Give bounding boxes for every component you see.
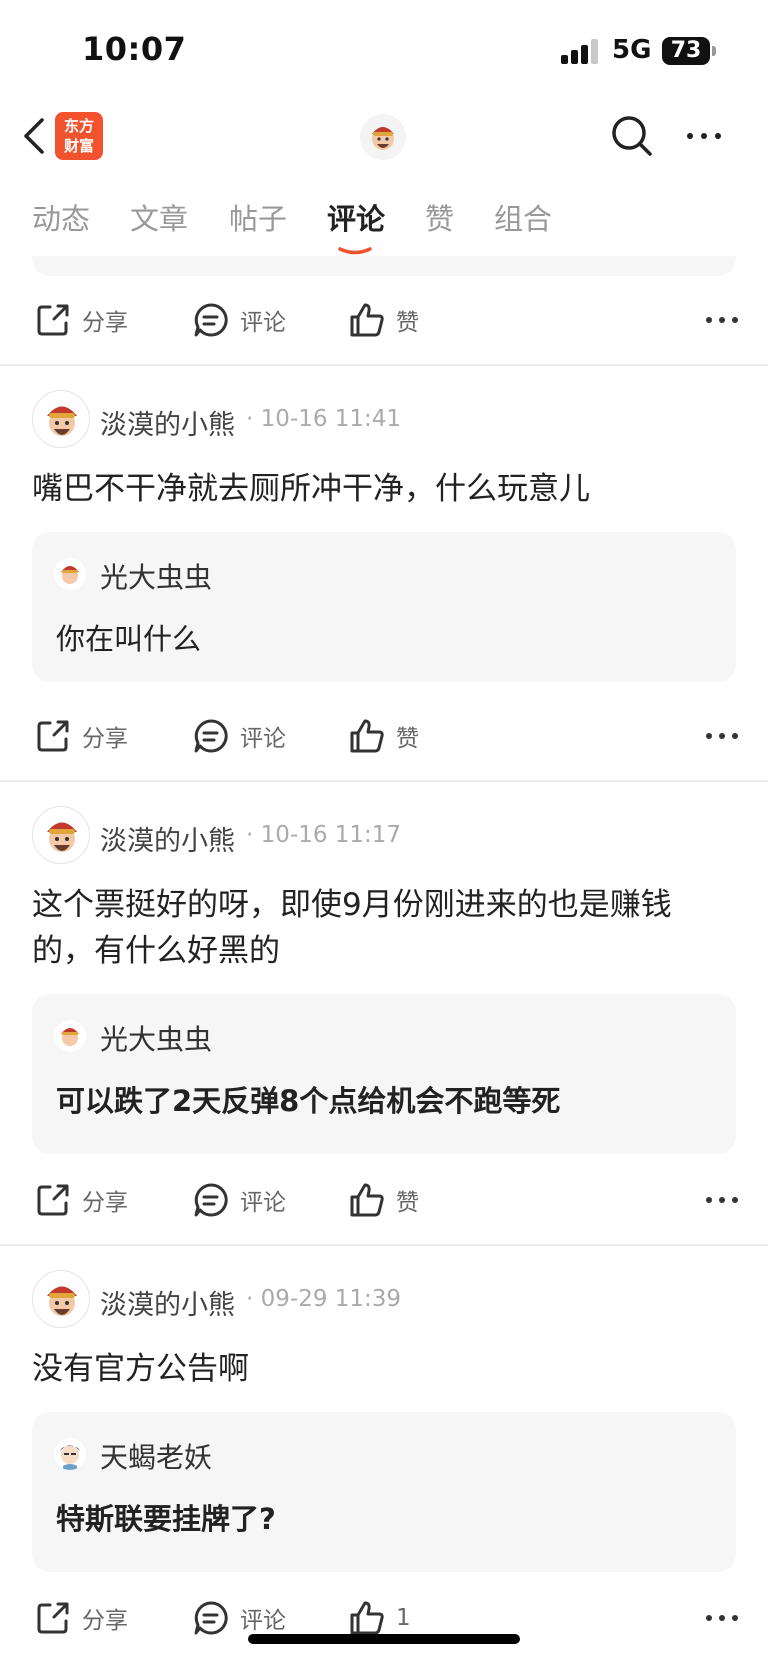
search-icon[interactable] xyxy=(608,112,656,160)
previous-quote-card xyxy=(32,256,736,276)
status-bar: 10:07 5G 73 xyxy=(0,0,768,100)
item-more-icon[interactable] xyxy=(702,306,742,334)
tab-dynamics[interactable]: 动态 xyxy=(32,196,90,238)
logo-text-bottom: 财富 xyxy=(63,137,94,155)
share-button[interactable]: 分享 xyxy=(34,706,128,766)
item-more-icon[interactable] xyxy=(702,1186,742,1214)
post-timestamp: · 10-16 11:41 xyxy=(246,406,402,432)
comment-icon xyxy=(194,303,228,337)
quote-avatar-icon xyxy=(54,1438,86,1470)
divider xyxy=(0,364,768,366)
item-more-icon[interactable] xyxy=(702,722,742,750)
author-name[interactable]: 淡漠的小熊 xyxy=(100,819,235,858)
like-label: 赞 xyxy=(396,1190,419,1216)
like-button[interactable]: 赞 xyxy=(348,1170,419,1230)
signal-icon xyxy=(561,38,601,64)
comment-label: 评论 xyxy=(240,310,286,336)
comment-label: 评论 xyxy=(240,1608,286,1634)
post-timestamp: · 10-16 11:17 xyxy=(246,822,402,848)
battery-icon: 73 xyxy=(662,37,710,65)
like-button[interactable]: 赞 xyxy=(348,290,419,350)
quote-avatar-icon xyxy=(54,1020,86,1052)
home-indicator xyxy=(248,1634,520,1644)
share-label: 分享 xyxy=(82,310,128,336)
thumbs-up-icon xyxy=(350,1601,384,1635)
active-tab-indicator xyxy=(338,240,372,255)
battery-tip xyxy=(712,46,716,56)
item-more-icon[interactable] xyxy=(702,1604,742,1632)
more-options-icon[interactable] xyxy=(682,122,726,150)
share-icon xyxy=(37,1184,69,1216)
user-avatar-icon[interactable] xyxy=(32,806,90,864)
thumbs-up-icon xyxy=(350,719,384,753)
action-bar: 分享 评论 赞 xyxy=(0,1170,768,1230)
comment-text: 这个票挺好的呀，即使9月份刚进来的也是赚钱 的，有什么好黑的 xyxy=(32,882,732,974)
tab-portfolios[interactable]: 组合 xyxy=(494,196,552,238)
share-label: 分享 xyxy=(82,726,128,752)
thumbs-up-icon xyxy=(350,1183,384,1217)
comment-button[interactable]: 评论 xyxy=(192,290,286,350)
quoted-comment[interactable]: 光大虫虫 你在叫什么 xyxy=(32,532,736,682)
quote-author[interactable]: 光大虫虫 xyxy=(100,1018,212,1058)
post-time-value: 10-16 11:41 xyxy=(260,406,402,432)
quote-text: 你在叫什么 xyxy=(56,622,202,656)
user-avatar-icon[interactable] xyxy=(32,1270,90,1328)
like-label: 赞 xyxy=(396,726,419,752)
thumbs-up-icon xyxy=(350,303,384,337)
comment-button[interactable]: 评论 xyxy=(192,706,286,766)
tab-comments[interactable]: 评论 xyxy=(327,196,385,238)
share-label: 分享 xyxy=(82,1608,128,1634)
quote-avatar-icon xyxy=(54,558,86,590)
author-name[interactable]: 淡漠的小熊 xyxy=(100,1283,235,1322)
comment-button[interactable]: 评论 xyxy=(192,1170,286,1230)
app-logo: 东方 财富 xyxy=(55,112,103,160)
logo-text-top: 东方 xyxy=(63,117,94,135)
comment-icon xyxy=(194,1601,228,1635)
nav-bar: 东方 财富 xyxy=(0,100,768,172)
comment-icon xyxy=(194,719,228,753)
tab-articles[interactable]: 文章 xyxy=(130,196,188,238)
comment-text: 没有官方公告啊 xyxy=(32,1351,249,1387)
status-time: 10:07 xyxy=(82,30,187,68)
share-label: 分享 xyxy=(82,1190,128,1216)
tab-likes[interactable]: 赞 xyxy=(425,196,454,238)
post-time-value: 10-16 11:17 xyxy=(260,822,402,848)
quote-text: 特斯联要挂牌了? xyxy=(56,1502,276,1536)
quoted-comment[interactable]: 光大虫虫 可以跌了2天反弹8个点给机会不跑等死 xyxy=(32,994,736,1154)
comment-label: 评论 xyxy=(240,1190,286,1216)
like-count: 1 xyxy=(396,1605,411,1631)
action-bar: 分享 评论 赞 xyxy=(0,290,768,350)
comment-icon xyxy=(194,1183,228,1217)
share-icon xyxy=(37,720,69,752)
share-icon xyxy=(37,1602,69,1634)
quote-text: 可以跌了2天反弹8个点给机会不跑等死 xyxy=(56,1084,561,1118)
divider xyxy=(0,780,768,782)
post-timestamp: · 09-29 11:39 xyxy=(246,1286,402,1312)
like-label: 赞 xyxy=(396,310,419,336)
back-icon[interactable] xyxy=(16,114,56,158)
share-icon xyxy=(37,304,69,336)
comment-text-line: 的，有什么好黑的 xyxy=(32,933,280,969)
like-button[interactable]: 赞 xyxy=(348,706,419,766)
comment-text-line: 这个票挺好的呀，即使9月份刚进来的也是赚钱 xyxy=(32,887,672,923)
profile-tabs: 动态 文章 帖子 评论 赞 组合 xyxy=(0,196,768,256)
share-button[interactable]: 分享 xyxy=(34,290,128,350)
share-button[interactable]: 分享 xyxy=(34,1170,128,1230)
quote-author[interactable]: 光大虫虫 xyxy=(100,556,212,596)
quoted-comment[interactable]: 天蝎老妖 特斯联要挂牌了? xyxy=(32,1412,736,1572)
post-time-value: 09-29 11:39 xyxy=(260,1286,402,1312)
share-button[interactable]: 分享 xyxy=(34,1588,128,1648)
quote-author[interactable]: 天蝎老妖 xyxy=(100,1436,212,1476)
comment-label: 评论 xyxy=(240,726,286,752)
profile-avatar-icon[interactable] xyxy=(360,114,406,160)
author-name[interactable]: 淡漠的小熊 xyxy=(100,403,235,442)
network-type: 5G xyxy=(612,35,652,65)
divider xyxy=(0,1244,768,1246)
tab-posts[interactable]: 帖子 xyxy=(229,196,287,238)
action-bar: 分享 评论 赞 xyxy=(0,706,768,766)
comment-text: 嘴巴不干净就去厕所冲干净，什么玩意儿 xyxy=(32,471,590,507)
user-avatar-icon[interactable] xyxy=(32,390,90,448)
